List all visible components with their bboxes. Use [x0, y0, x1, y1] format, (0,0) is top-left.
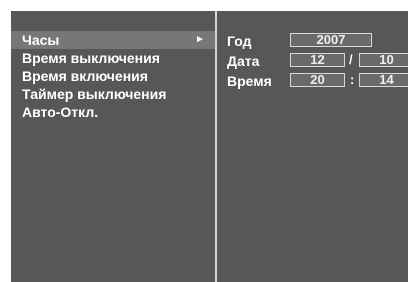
menu-panel: Часы ► Время выключения Время включения … — [11, 11, 215, 282]
menu-item-label: Время выключения — [22, 50, 160, 66]
menu-item-label: Авто-Откл. — [22, 104, 99, 120]
date-separator: / — [349, 52, 353, 67]
menu-item-sleep-timer[interactable]: Таймер выключения — [11, 85, 215, 103]
menu-item-label: Таймер выключения — [22, 86, 167, 102]
clock-settings-panel: Год 2007 Дата 12 / 10 Время 20 : 14 — [217, 11, 408, 282]
date-month-field[interactable]: 10 — [359, 53, 408, 67]
menu-item-clock[interactable]: Часы ► — [11, 31, 215, 49]
date-label: Дата — [227, 53, 260, 69]
time-hour-field[interactable]: 20 — [290, 73, 345, 87]
year-label: Год — [227, 33, 252, 49]
menu-item-label: Время включения — [22, 68, 148, 84]
osd-screen: Часы ► Время выключения Время включения … — [11, 11, 408, 282]
menu-item-label: Часы — [22, 32, 60, 48]
menu-item-off-time[interactable]: Время выключения — [11, 49, 215, 67]
date-day-field[interactable]: 12 — [290, 53, 345, 67]
time-separator: : — [350, 72, 355, 87]
menu-item-auto-off[interactable]: Авто-Откл. — [11, 103, 215, 121]
time-minute-field[interactable]: 14 — [359, 73, 408, 87]
arrow-right-icon: ► — [195, 34, 205, 45]
menu-item-on-time[interactable]: Время включения — [11, 67, 215, 85]
time-label: Время — [227, 73, 272, 89]
year-field[interactable]: 2007 — [290, 33, 372, 47]
